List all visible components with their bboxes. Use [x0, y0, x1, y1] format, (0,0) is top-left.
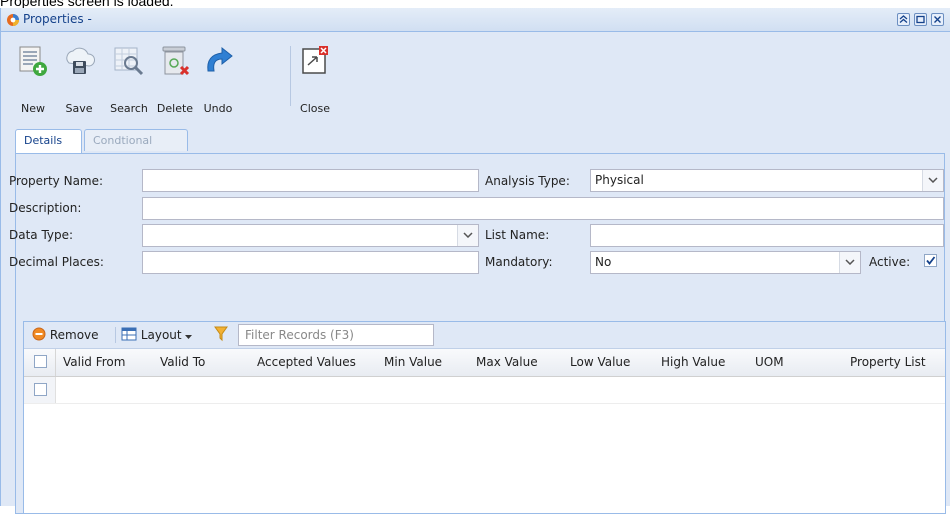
description-label: Description:	[9, 201, 82, 215]
description-input[interactable]	[142, 197, 944, 220]
tab-details[interactable]: Details	[15, 129, 82, 153]
property-name-input[interactable]	[142, 169, 479, 192]
checkmark-icon	[926, 256, 936, 265]
analysis-type-value: Physical	[595, 173, 644, 187]
table-row[interactable]	[24, 377, 945, 404]
grid-toolbar: Remove Layout Filter Records (F3)	[24, 322, 945, 349]
close-button[interactable]: Close	[295, 40, 335, 116]
data-type-select[interactable]	[142, 224, 479, 247]
column-property-list[interactable]: Property List	[850, 355, 926, 369]
mandatory-trigger[interactable]	[839, 252, 860, 273]
data-type-trigger[interactable]	[457, 225, 478, 246]
column-valid-from[interactable]: Valid From	[63, 355, 125, 369]
app-logo-icon	[7, 14, 19, 26]
tab-conditional[interactable]: Condtional	[84, 129, 188, 151]
save-cloud-icon	[66, 47, 95, 74]
decimal-places-input[interactable]	[142, 251, 479, 274]
new-label: New	[21, 102, 45, 115]
filter-records-input[interactable]: Filter Records (F3)	[238, 324, 434, 346]
chevron-down-icon	[463, 232, 473, 238]
mandatory-label: Mandatory:	[485, 255, 553, 269]
analysis-type-trigger[interactable]	[922, 170, 943, 191]
analysis-type-label: Analysis Type:	[485, 174, 570, 188]
close-label: Close	[300, 102, 330, 115]
header-divider	[55, 349, 56, 376]
layout-button[interactable]: Layout	[121, 327, 193, 342]
remove-label: Remove	[49, 328, 99, 342]
collapse-button[interactable]	[897, 13, 910, 26]
search-label: Search	[110, 102, 148, 115]
screen-caption: Properties screen is loaded.	[0, 0, 174, 9]
column-low-value[interactable]: Low Value	[570, 355, 630, 369]
grid-toolbar-separator	[115, 327, 116, 343]
save-label: Save	[65, 102, 93, 115]
maximize-icon	[916, 15, 925, 24]
search-icon	[114, 47, 144, 76]
layout-icon	[121, 327, 137, 341]
remove-button[interactable]: Remove	[32, 327, 99, 342]
new-button[interactable]: New	[13, 40, 53, 116]
maximize-button[interactable]	[914, 13, 927, 26]
double-chevron-up-icon	[899, 15, 908, 23]
save-button[interactable]: Save	[59, 40, 99, 116]
properties-window: Properties - New Save Search Delete Undo…	[0, 8, 950, 514]
analysis-type-select[interactable]: Physical	[590, 169, 944, 192]
grid-header: Valid From Valid To Accepted Values Min …	[24, 349, 945, 377]
active-label: Active:	[869, 255, 911, 269]
row-checkbox[interactable]	[34, 383, 47, 396]
remove-icon	[32, 327, 46, 341]
column-valid-to[interactable]: Valid To	[160, 355, 205, 369]
data-type-label: Data Type:	[9, 228, 74, 242]
active-checkbox[interactable]	[924, 254, 937, 267]
column-high-value[interactable]: High Value	[661, 355, 725, 369]
window-title: Properties -	[23, 12, 92, 26]
undo-arrow-icon	[207, 46, 233, 72]
properties-grid: Remove Layout Filter Records (F3) Valid …	[23, 321, 946, 514]
layout-label: Layout	[140, 328, 182, 342]
column-uom[interactable]: UOM	[755, 355, 784, 369]
close-window-button[interactable]	[931, 13, 944, 26]
delete-icon	[162, 46, 190, 76]
filter-funnel-icon	[214, 326, 228, 342]
decimal-places-label: Decimal Places:	[9, 255, 104, 269]
new-document-icon	[19, 46, 47, 76]
column-max-value[interactable]: Max Value	[476, 355, 538, 369]
row-selector	[24, 377, 56, 403]
property-name-label: Property Name:	[9, 174, 104, 188]
list-name-input[interactable]	[590, 224, 944, 247]
close-screen-icon	[302, 46, 328, 74]
chevron-down-icon	[845, 259, 855, 265]
undo-label: Undo	[203, 102, 233, 115]
close-icon	[934, 16, 941, 23]
toolbar-separator	[290, 46, 291, 106]
window-titlebar: Properties -	[1, 8, 950, 32]
chevron-down-icon	[928, 177, 938, 183]
column-accepted-values[interactable]: Accepted Values	[257, 355, 356, 369]
mandatory-select[interactable]: No	[590, 251, 861, 274]
mandatory-value: No	[595, 255, 612, 269]
main-toolbar: New Save Search Delete Undo Close	[1, 32, 950, 122]
delete-button[interactable]: Delete	[155, 40, 195, 116]
column-min-value[interactable]: Min Value	[384, 355, 442, 369]
select-all-checkbox[interactable]	[34, 355, 47, 368]
filter-icon-button[interactable]	[214, 326, 228, 345]
search-button[interactable]: Search	[109, 40, 149, 116]
list-name-label: List Name:	[485, 228, 550, 242]
dropdown-arrow-icon	[185, 335, 193, 339]
undo-button[interactable]: Undo	[198, 40, 238, 116]
